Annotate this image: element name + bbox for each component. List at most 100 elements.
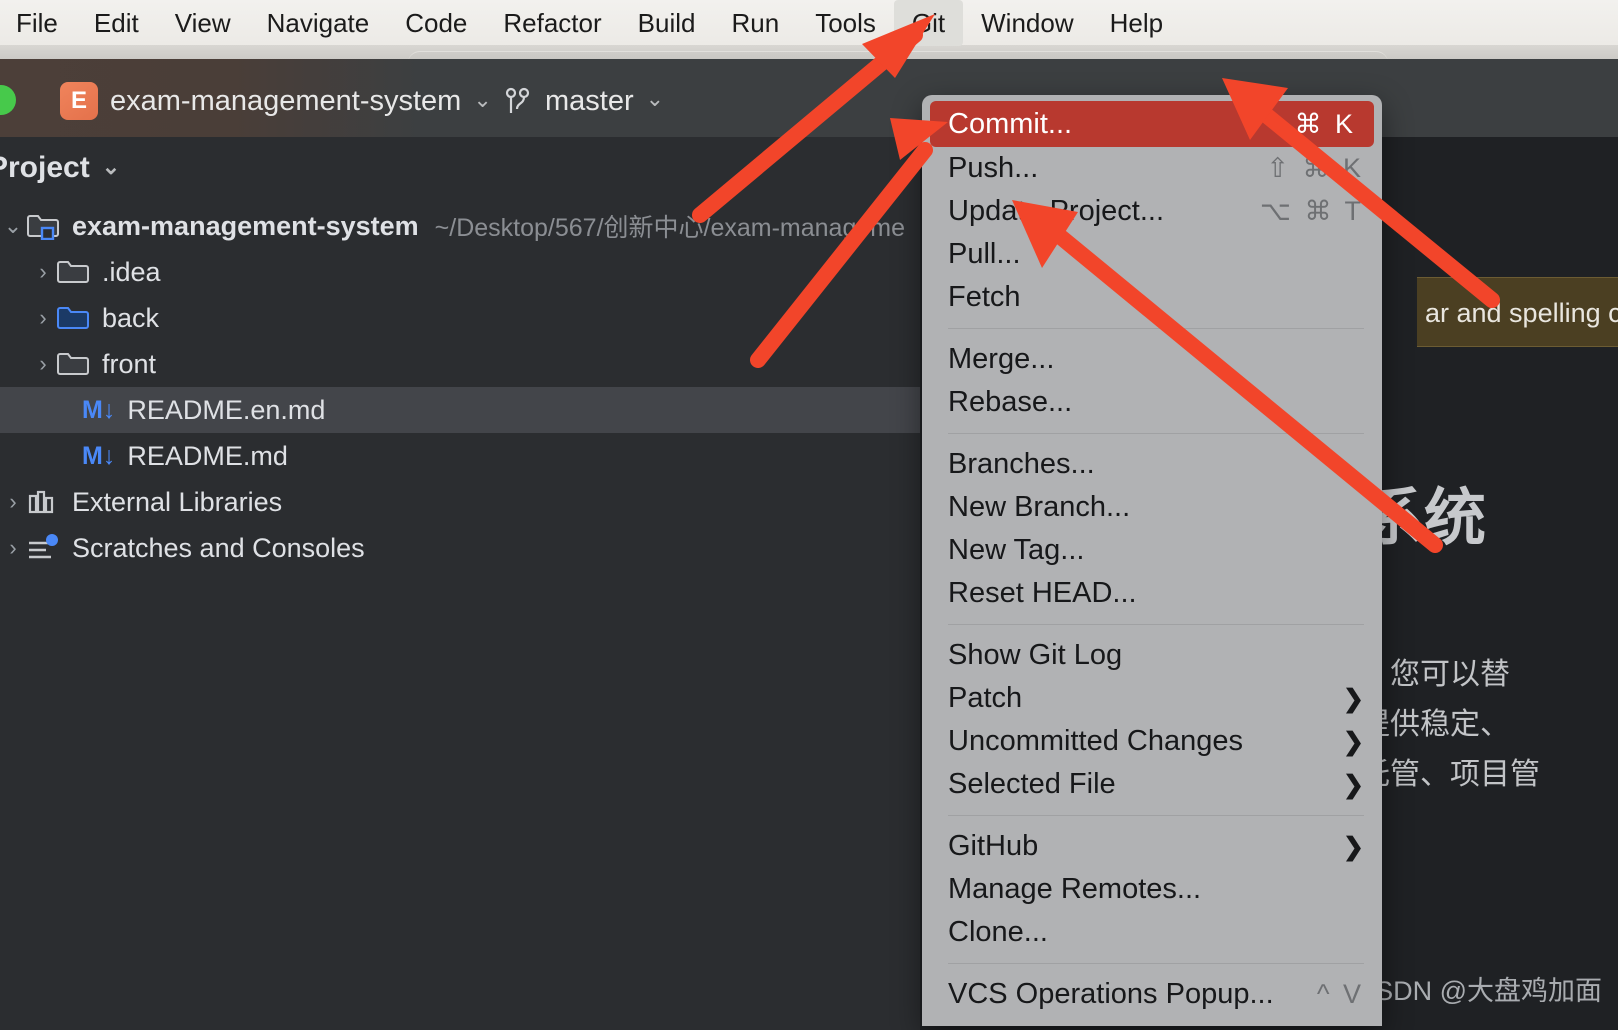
menubar-item-navigate[interactable]: Navigate <box>249 3 388 43</box>
git-menu-item-label: Rebase... <box>948 386 1073 418</box>
tree-item-external-libraries[interactable]: › External Libraries <box>0 479 920 525</box>
disclosure-triangle-icon[interactable]: ⌄ <box>0 213 26 239</box>
disclosure-triangle-icon[interactable]: › <box>0 489 26 515</box>
disclosure-triangle-icon[interactable]: › <box>30 305 56 331</box>
folder-blue-icon <box>56 304 92 332</box>
git-menu-item-label: GitHub <box>948 830 1039 862</box>
menubar-item-edit[interactable]: Edit <box>76 3 157 43</box>
tree-item--idea[interactable]: › .idea <box>0 249 920 295</box>
folder-icon <box>56 258 92 286</box>
tree-item-readme-en-md[interactable]: M↓ README.en.md <box>0 387 920 433</box>
tree-item-label: External Libraries <box>72 486 283 517</box>
project-panel-title[interactable]: Project ⌄ <box>0 151 120 185</box>
git-menu-item-label: VCS Operations Popup... <box>948 978 1274 1010</box>
tree-item-scratches-and-consoles[interactable]: › Scratches and Consoles <box>0 525 920 571</box>
git-menu-item-shortcut: ⌥ ⌘ T <box>1259 196 1364 226</box>
tree-item-label: README.md <box>127 440 288 471</box>
chevron-down-icon: ⌄ <box>645 85 665 111</box>
menubar-item-refactor[interactable]: Refactor <box>485 3 619 43</box>
chevron-right-icon: ❯ <box>1343 832 1364 861</box>
tree-item-front[interactable]: › front <box>0 341 920 387</box>
git-menu-item-uncommitted-changes[interactable]: Uncommitted Changes ❯ <box>922 720 1382 763</box>
tree-item-readme-md[interactable]: M↓ README.md <box>0 433 920 479</box>
project-selector[interactable]: exam-management-system ⌄ <box>110 85 492 118</box>
project-panel-title-label: Project <box>0 151 90 184</box>
git-menu-item-label: Manage Remotes... <box>948 873 1202 905</box>
tree-item-exam-management-system[interactable]: ⌄ exam-management-system ~/Desktop/567/创新中… <box>0 203 920 249</box>
folder-icon <box>56 350 92 378</box>
project-panel-header: Project ⌄ <box>0 137 920 203</box>
tree-item-label: README.en.md <box>127 394 326 425</box>
git-menu-item-clone[interactable]: Clone... <box>922 911 1382 954</box>
git-menu-item-label: New Branch... <box>948 491 1131 523</box>
git-menu-item-label: Update Project... <box>948 195 1164 227</box>
chevron-right-icon: ❯ <box>1343 684 1364 713</box>
git-menu-item-patch[interactable]: Patch ❯ <box>922 677 1382 720</box>
git-menu-item-reset-head[interactable]: Reset HEAD... <box>922 572 1382 615</box>
branch-label: master <box>545 85 634 117</box>
git-menu-item-label: Pull... <box>948 238 1021 270</box>
menubar-item-help[interactable]: Help <box>1092 3 1181 43</box>
project-badge-icon: E <box>60 82 98 120</box>
menu-separator <box>948 963 1364 964</box>
menubar-item-code[interactable]: Code <box>387 3 485 43</box>
menu-separator <box>948 433 1364 434</box>
git-menu-item-show-git-log[interactable]: Show Git Log <box>922 634 1382 677</box>
tree-item-path: ~/Desktop/567/创新中心/exam-manageme <box>434 214 905 242</box>
menubar-item-git[interactable]: Git <box>893 0 964 46</box>
git-menu-item-push[interactable]: Push... ⇧ ⌘ K <box>922 147 1382 190</box>
menubar-item-tools[interactable]: Tools <box>797 3 894 43</box>
disclosure-triangle-icon[interactable]: › <box>0 535 26 561</box>
tree-item-back[interactable]: › back <box>0 295 920 341</box>
git-menu-item-label: Commit... <box>948 107 1073 140</box>
markdown-file-icon: M↓ <box>82 441 116 470</box>
git-menu-item-github[interactable]: GitHub ❯ <box>922 825 1382 868</box>
menu-bar: File Edit View Navigate Code Refactor Build Run… <box>0 0 1618 46</box>
spellcheck-notification[interactable]: ar and spelling c <box>1417 277 1618 347</box>
menubar-item-file[interactable]: File <box>0 3 76 43</box>
menubar-item-view[interactable]: View <box>157 3 249 43</box>
chevron-right-icon: ❯ <box>1343 727 1364 756</box>
menubar-item-window[interactable]: Window <box>963 3 1091 43</box>
git-menu-item-new-tag[interactable]: New Tag... <box>922 529 1382 572</box>
chevron-down-icon: ⌄ <box>101 154 121 179</box>
git-menu-item-label: Patch <box>948 682 1023 714</box>
menubar-item-build[interactable]: Build <box>620 3 714 43</box>
git-menu-item-commit[interactable]: Commit... ⌘ K <box>930 101 1374 147</box>
git-menu-item-selected-file[interactable]: Selected File ❯ <box>922 763 1382 806</box>
git-menu-item-vcs-operations-popup[interactable]: VCS Operations Popup... ^ V <box>922 973 1382 1016</box>
git-dropdown-menu[interactable]: Commit... ⌘ K Push... ⇧ ⌘ K Update Project..… <box>922 95 1382 1026</box>
git-menu-item-rebase[interactable]: Rebase... <box>922 381 1382 424</box>
git-menu-item-shortcut: ⌘ K <box>1294 108 1356 139</box>
git-menu-item-new-branch[interactable]: New Branch... <box>922 486 1382 529</box>
git-menu-item-label: New Tag... <box>948 534 1085 566</box>
git-menu-item-label: Reset HEAD... <box>948 577 1137 609</box>
git-menu-item-label: Uncommitted Changes <box>948 725 1243 757</box>
tree-item-label: .idea <box>102 256 161 287</box>
git-menu-item-label: Branches... <box>948 448 1095 480</box>
git-menu-item-fetch[interactable]: Fetch <box>922 276 1382 319</box>
external-libraries-icon <box>26 488 62 516</box>
project-tree[interactable]: ⌄ exam-management-system ~/Desktop/567/创新中… <box>0 203 920 1030</box>
menubar-item-run[interactable]: Run <box>713 3 797 43</box>
disclosure-triangle-icon[interactable]: › <box>30 259 56 285</box>
tree-item-label: back <box>102 302 160 333</box>
git-branch-icon <box>505 87 531 117</box>
tree-item-label: exam-management-system <box>72 210 419 241</box>
git-menu-item-merge[interactable]: Merge... <box>922 338 1382 381</box>
git-menu-item-manage-remotes[interactable]: Manage Remotes... <box>922 868 1382 911</box>
project-selector-label: exam-management-system <box>110 85 462 117</box>
git-menu-item-branches[interactable]: Branches... <box>922 443 1382 486</box>
git-menu-item-label: Fetch <box>948 281 1021 313</box>
disclosure-triangle-icon[interactable]: › <box>30 351 56 377</box>
module-folder-icon <box>26 212 62 241</box>
git-menu-item-label: Merge... <box>948 343 1055 375</box>
markdown-file-icon: M↓ <box>82 395 116 424</box>
ide-window: E exam-management-system ⌄ master ⌄ ar a… <box>0 45 1618 1030</box>
menu-separator <box>948 815 1364 816</box>
git-menu-item-label: Show Git Log <box>948 639 1123 671</box>
branch-selector[interactable]: master ⌄ <box>505 85 664 118</box>
scratches-icon <box>26 534 62 562</box>
git-menu-item-update-project[interactable]: Update Project... ⌥ ⌘ T <box>922 190 1382 233</box>
git-menu-item-pull[interactable]: Pull... <box>922 233 1382 276</box>
